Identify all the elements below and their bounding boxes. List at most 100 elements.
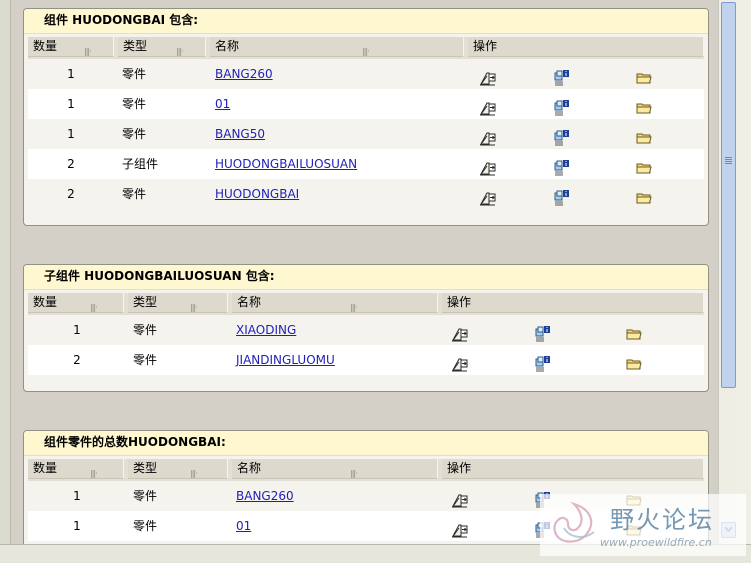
- table-row: 2 零件 JIANDINGLUOMU: [28, 345, 704, 375]
- flame-logo-icon: [553, 501, 595, 543]
- watermark-url: www.proewildfire.cn: [600, 536, 712, 549]
- scrollbar-grip-icon: [725, 157, 732, 165]
- vertical-scrollbar[interactable]: [718, 0, 737, 544]
- panel-title: 组件零件的总数HUODONGBAI:: [24, 431, 708, 456]
- edit-arrow-icon[interactable]: [480, 187, 496, 206]
- edit-arrow-icon[interactable]: [480, 67, 496, 86]
- assembly-contents-table: 数量 |||· 类型 |||· 名称 |||· 操作 1 零件 BANG260 1 零…: [28, 37, 704, 209]
- component-link[interactable]: 01: [236, 511, 251, 541]
- forum-watermark: 野火论坛 www.proewildfire.cn: [540, 494, 746, 556]
- component-link[interactable]: HUODONGBAILUOSUAN: [215, 149, 357, 179]
- column-header-label: 操作: [473, 39, 498, 53]
- qty-cell: 1: [67, 97, 75, 111]
- component-link[interactable]: BANG260: [236, 481, 294, 511]
- content-area: 组件 HUODONGBAI 包含: 数量 |||· 类型 |||· 名称 |||· 操…: [11, 0, 718, 544]
- copy-info-icon[interactable]: [535, 323, 551, 343]
- edit-arrow-icon[interactable]: [452, 323, 468, 342]
- qty-cell: 2: [67, 157, 75, 171]
- edit-arrow-icon[interactable]: [480, 157, 496, 176]
- type-cell: 零件: [133, 353, 158, 367]
- folder-icon[interactable]: [636, 187, 652, 204]
- type-cell: 零件: [133, 489, 158, 503]
- copy-info-icon[interactable]: [554, 127, 570, 147]
- column-header-name[interactable]: 名称 |||·: [210, 37, 464, 57]
- component-link[interactable]: BANG50: [215, 119, 265, 149]
- type-cell: 零件: [122, 67, 147, 81]
- window-left-frame: [0, 0, 11, 562]
- component-link[interactable]: 01: [215, 89, 230, 119]
- qty-cell: 1: [73, 323, 81, 337]
- copy-info-icon[interactable]: [554, 187, 570, 207]
- edit-arrow-icon[interactable]: [480, 97, 496, 116]
- type-cell: 零件: [122, 187, 147, 201]
- component-link[interactable]: BANG260: [215, 59, 273, 89]
- column-header-type[interactable]: 类型 |||·: [128, 459, 228, 479]
- table-row: 1 零件 XIAODING: [28, 315, 704, 345]
- copy-info-icon[interactable]: [554, 97, 570, 117]
- column-header-ops: 操作: [442, 293, 704, 313]
- column-header-label: 类型: [133, 295, 158, 309]
- copy-info-icon[interactable]: [535, 353, 551, 373]
- subassembly-contents-panel: 子组件 HUODONGBAILUOSUAN 包含: 数量 |||· 类型 |||· …: [23, 264, 709, 392]
- type-cell: 子组件: [122, 157, 159, 171]
- folder-icon[interactable]: [626, 353, 642, 370]
- column-header-label: 数量: [33, 39, 58, 53]
- watermark-text: 野火论坛: [610, 506, 714, 534]
- component-link[interactable]: XIAODING: [236, 315, 296, 345]
- qty-cell: 1: [73, 519, 81, 533]
- column-header-label: 类型: [123, 39, 148, 53]
- edit-arrow-icon[interactable]: [452, 489, 468, 508]
- type-cell: 零件: [133, 519, 158, 533]
- column-header-label: 名称: [237, 461, 262, 475]
- folder-icon[interactable]: [626, 323, 642, 340]
- column-header-label: 数量: [33, 461, 58, 475]
- folder-icon[interactable]: [636, 97, 652, 114]
- qty-cell: 1: [67, 67, 75, 81]
- edit-arrow-icon[interactable]: [480, 127, 496, 146]
- edit-arrow-icon[interactable]: [452, 519, 468, 538]
- column-header-label: 操作: [447, 461, 472, 475]
- qty-cell: 2: [73, 353, 81, 367]
- type-cell: 零件: [122, 127, 147, 141]
- column-header-qty[interactable]: 数量 |||·: [28, 459, 124, 479]
- column-header-label: 数量: [33, 295, 58, 309]
- edit-arrow-icon[interactable]: [452, 353, 468, 372]
- column-header-qty[interactable]: 数量 |||·: [28, 293, 124, 313]
- column-header-ops: 操作: [468, 37, 704, 57]
- column-header-label: 操作: [447, 295, 472, 309]
- qty-cell: 1: [73, 489, 81, 503]
- folder-icon[interactable]: [636, 127, 652, 144]
- table-row: 2 零件 HUODONGBAI: [28, 179, 704, 209]
- folder-icon[interactable]: [636, 67, 652, 84]
- table-header: 数量 |||· 类型 |||· 名称 |||· 操作: [28, 293, 704, 315]
- type-cell: 零件: [122, 97, 147, 111]
- column-header-ops: 操作: [442, 459, 704, 479]
- table-row: 2 子组件 HUODONGBAILUOSUAN: [28, 149, 704, 179]
- column-header-type[interactable]: 类型 |||·: [128, 293, 228, 313]
- scrollbar-thumb[interactable]: [721, 2, 736, 388]
- table-header: 数量 |||· 类型 |||· 名称 |||· 操作: [28, 37, 704, 59]
- column-header-label: 类型: [133, 461, 158, 475]
- qty-cell: 2: [67, 187, 75, 201]
- table-header: 数量 |||· 类型 |||· 名称 |||· 操作: [28, 459, 704, 481]
- panel-title: 子组件 HUODONGBAILUOSUAN 包含:: [24, 265, 708, 290]
- column-header-label: 名称: [237, 295, 262, 309]
- assembly-contents-panel: 组件 HUODONGBAI 包含: 数量 |||· 类型 |||· 名称 |||· 操…: [23, 8, 709, 226]
- column-header-name[interactable]: 名称 |||·: [232, 459, 438, 479]
- table-row: 1 零件 BANG260: [28, 59, 704, 89]
- qty-cell: 1: [67, 127, 75, 141]
- column-header-type[interactable]: 类型 |||·: [118, 37, 206, 57]
- copy-info-icon[interactable]: [554, 157, 570, 177]
- folder-icon[interactable]: [636, 157, 652, 174]
- column-header-qty[interactable]: 数量 |||·: [28, 37, 114, 57]
- type-cell: 零件: [133, 323, 158, 337]
- column-header-label: 名称: [215, 39, 240, 53]
- component-link[interactable]: HUODONGBAI: [215, 179, 299, 209]
- column-header-name[interactable]: 名称 |||·: [232, 293, 438, 313]
- panel-title: 组件 HUODONGBAI 包含:: [24, 9, 708, 34]
- subassembly-contents-table: 数量 |||· 类型 |||· 名称 |||· 操作 1 零件 XIAODING 2 …: [28, 293, 704, 375]
- table-row: 1 零件 01: [28, 89, 704, 119]
- component-link[interactable]: JIANDINGLUOMU: [236, 345, 335, 375]
- copy-info-icon[interactable]: [554, 67, 570, 87]
- table-row: 1 零件 BANG50: [28, 119, 704, 149]
